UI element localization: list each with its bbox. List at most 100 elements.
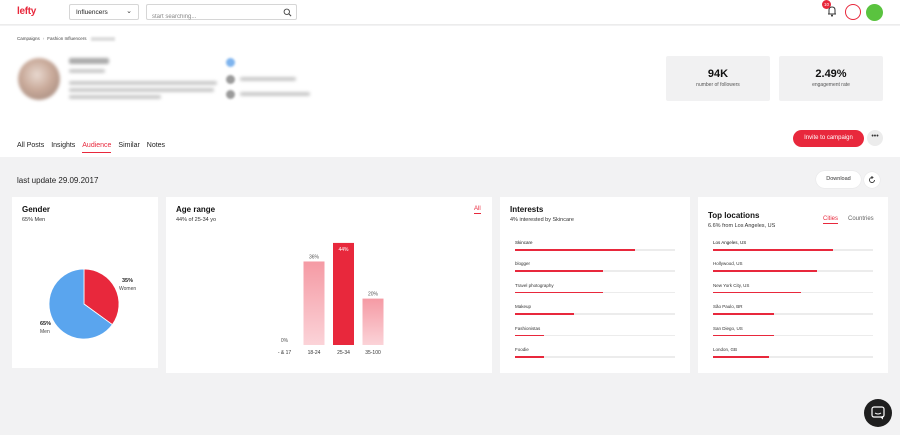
followers-stat: 94K number of followers [666,56,770,101]
location-label: São Paulo, BR [713,304,743,310]
location-label: Hollywood, US [713,261,743,267]
user-avatar[interactable] [866,4,883,21]
age-category-label: - & 17 [278,350,292,356]
breadcrumb-campaigns[interactable]: Campaigns [17,36,40,41]
engagement-label: engagement rate [812,82,850,88]
location-label: San Diego, US [713,325,743,331]
interest-track [515,334,675,337]
bio-line-blurred [69,88,214,92]
bio-line-blurred [69,81,217,85]
location-fill [713,313,774,315]
locations-card: Top locations 6.6% from Los Angeles, US … [698,197,888,373]
age-bar-value-label: 0% [281,338,289,344]
location-track [713,249,873,251]
location-fill [713,334,774,337]
age-category-label: 35-100 [365,350,381,356]
age-bar-1 [303,261,325,345]
interest-track [515,270,675,272]
interest-label: Makeup [515,304,532,310]
breadcrumb: Campaigns › Fashion Influencers [17,36,115,41]
interests-subtitle: 4% interested by Skincare [510,217,574,223]
location-track [713,291,873,294]
women-label: Women [119,286,137,292]
age-bar-value-label: 20% [368,292,379,298]
category-select[interactable]: Influencers ⌄ [69,4,139,20]
location-track [713,313,873,315]
contact-icon-blurred [226,90,235,99]
interest-label: Fashionistas [515,325,541,331]
locations-subtitle: 6.6% from Los Angeles, US [708,223,776,229]
influencer-name-blurred [69,58,109,64]
influencer-avatar [18,58,60,100]
bio-line-blurred [69,95,161,99]
tab-cities[interactable]: Cities [823,216,839,224]
top-bar: lefty Influencers ⌄ 10 [0,0,900,25]
tab-countries[interactable]: Countries [848,216,874,222]
location-label: New York City, US [713,282,750,288]
tab-similar[interactable]: Similar [118,142,139,152]
interest-fill [515,313,575,315]
location-track [713,356,873,358]
interest-label: Skincare [515,240,533,245]
location-label: London, GB [713,347,738,352]
more-options-button[interactable]: ••• [867,130,883,146]
interest-label: Foodie [515,347,529,352]
gender-pie-chart [48,268,120,340]
category-select-value: Influencers [76,9,108,16]
engagement-stat: 2.49% engagement rate [779,56,883,101]
refresh-button[interactable] [864,172,880,188]
interest-track [515,313,675,315]
men-pct-label: 65% [40,321,52,327]
men-label: Men [40,329,50,335]
search-box[interactable] [146,4,297,24]
interest-label: blogger [515,261,531,267]
location-track [713,334,873,337]
breadcrumb-campaign[interactable]: Fashion Influencers [47,36,86,41]
contact-info-blurred [240,77,296,81]
followers-label: number of followers [696,82,740,88]
search-icon[interactable] [283,8,292,17]
interest-label: Travel photography [515,282,554,288]
tab-all-posts[interactable]: All Posts [17,142,44,152]
social-icon-blurred [226,58,235,67]
age-category-label: 25-34 [337,350,350,356]
locations-title: Top locations [708,211,760,220]
location-fill [713,249,833,251]
location-track [713,270,873,272]
invite-to-campaign-button[interactable]: Invite to campaign [793,130,864,147]
location-label: Los Angeles, US [713,240,747,245]
women-pct-label: 35% [122,278,134,284]
chat-icon [871,406,885,420]
interest-track [515,291,675,294]
interests-title: Interests [510,205,544,214]
influencer-handle-blurred [69,69,105,73]
age-bar-chart: 0% - & 17 36% 18-24 44% 25-34 20% 35-100 [278,242,384,356]
interests-card: Interests 4% interested by Skincare Skin… [500,197,690,373]
profile-tabs: All Posts Insights Audience Similar Note… [17,142,170,153]
logo[interactable]: lefty [17,6,36,17]
age-bar-3 [362,298,384,345]
age-bar-value-label: 36% [309,254,320,260]
age-category-label: 18-24 [308,350,321,356]
tab-insights[interactable]: Insights [51,142,75,152]
chat-launcher-button[interactable] [864,399,892,427]
interest-track [515,356,675,358]
gender-card: Gender 65% Men 35% Women 65% Men [12,197,158,368]
user-avatar-outline[interactable] [845,4,861,20]
location-fill [713,356,769,358]
age-bar-value-label: 44% [338,247,349,253]
download-button[interactable]: Download [816,171,861,188]
profile-section: Campaigns › Fashion Influencers 94K number… [0,26,900,157]
location-fill [713,291,801,294]
age-bar-2 [333,242,354,345]
contact-info-blurred [240,92,310,96]
refresh-icon [869,176,875,183]
search-input[interactable] [147,10,267,24]
tab-audience[interactable]: Audience [82,142,112,153]
interest-fill [515,334,544,337]
location-fill [713,270,817,272]
interest-fill [515,249,635,251]
tab-notes[interactable]: Notes [147,142,165,152]
interest-fill [515,356,544,358]
age-range-card: Age range 44% of 25-34 yo All 0% - & 17 36… [166,197,492,373]
